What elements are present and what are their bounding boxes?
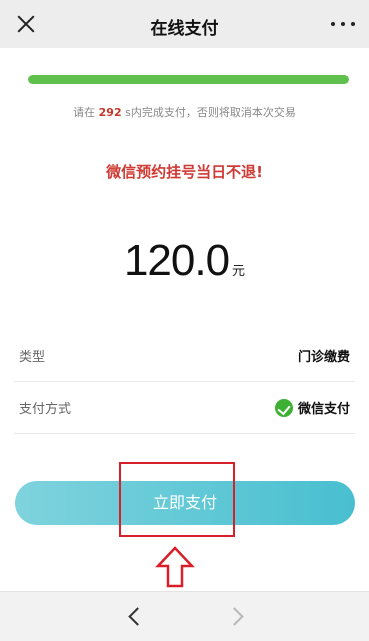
detail-row-payment-method[interactable]: 支付方式 微信支付 [14,381,355,434]
countdown-prefix: 请在 [73,106,99,119]
no-refund-notice: 微信预约挂号当日不退! [106,163,263,181]
countdown-seconds: 292 [98,106,122,119]
amount-value: 120.0 [123,236,230,285]
highlight-box [119,462,235,537]
up-arrow-icon [155,546,195,588]
back-icon[interactable] [125,606,145,626]
payment-method-value: 微信支付 [274,398,350,417]
detail-key: 支付方式 [19,402,72,417]
page-title: 在线支付 [150,19,219,39]
detail-value: 微信支付 [297,402,350,417]
progress-fill [28,75,349,84]
forward-icon[interactable] [228,606,248,626]
bottom-nav-bar [0,591,369,641]
top-bar: 在线支付 [0,0,369,48]
detail-value: 门诊缴费 [297,350,350,365]
detail-row-type: 类型 门诊缴费 [14,329,355,382]
countdown-suffix: s内完成支付，否则将取消本次交易 [121,106,296,119]
countdown-text: 请在 292 s内完成支付，否则将取消本次交易 [0,104,369,120]
amount-unit: 元 [232,264,246,279]
payment-amount: 120.0 元 [0,236,369,286]
more-icon[interactable] [331,16,355,32]
countdown-progress-bar [28,75,349,84]
detail-key: 类型 [19,350,46,365]
wechat-pay-icon [274,399,293,417]
